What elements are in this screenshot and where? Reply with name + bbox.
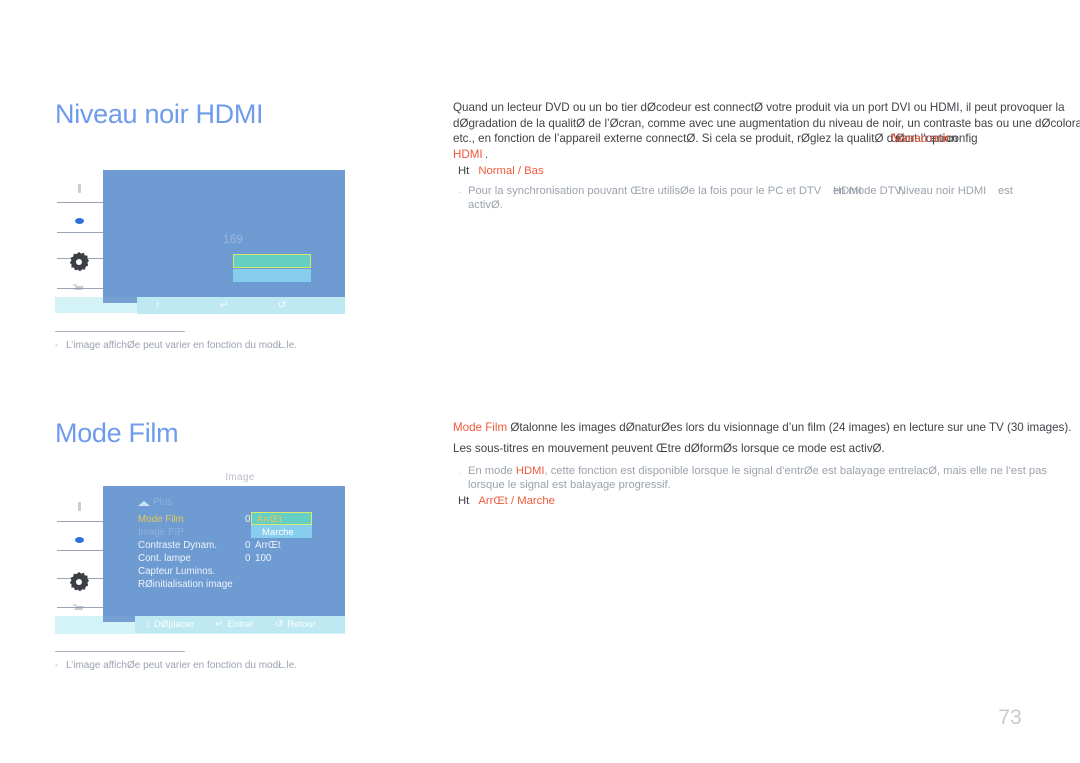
film-paragraph-line-1: Mode Film Øtalonne les images dØnaturØes… [453,420,1071,436]
film-bullet-line-1-a: En mode [468,465,516,477]
ht-row-2: Ht ArrŒt / Marche [458,495,555,507]
bullet-line-1-c: est [998,185,1013,197]
osd-menu-title: Image [225,472,255,483]
brightness-bar-icon [55,181,103,197]
film-bullet-line-1: En mode HDMI, cette fonction est disponi… [468,465,1047,477]
osd-row-value-lampe-text: 100 [255,553,272,564]
paragraph-line-3-overlap-red: Niveau noir [891,132,950,145]
film-paragraph-line-2: Les sous-titres en mouvement peuvent Œtr… [453,442,885,455]
osd-footbar: ↕ ↵ ↺ [137,297,345,314]
osd-footbar-back-label: Retour [287,619,316,630]
osd-row-value-lampe-num: 0 [245,553,251,564]
enter-arrow-icon: ↵ [215,619,224,630]
osd-option-secondary[interactable] [233,269,311,282]
paragraph-line-1: Quand un lecteur DVD ou un bo tier dØcod… [453,101,1065,114]
picture-dot-icon [55,212,103,228]
film-bullet-line-1-b: , cette fonction est disponible lorsque … [544,465,1047,477]
gear-icon [55,572,103,596]
osd-row-label-reinit-image[interactable]: RØinitialisation image [138,579,233,590]
footnote-text: L’image affichØe peut varier en fonction… [66,340,298,351]
ht-row-1: Ht Normal / Bas [458,165,544,177]
osd-option-arret-label: ArrŒt [257,514,282,525]
osd-icon-rail [55,170,103,313]
bullet-line-2: activØ. [468,199,503,211]
bullet-dot: · [459,187,462,197]
paragraph-line-2: dØgradation de la qualitØ de l’Øcran, co… [453,116,1080,130]
footnote-dash: - [55,660,59,671]
osd-footbar-enter[interactable]: ↵ [220,300,232,311]
enter-arrow-icon: ↵ [220,300,229,311]
osd-row-label-capteur-luminos[interactable]: Capteur Luminos. [138,566,215,577]
osd-footbar: ↕ DØplacer ↵ Entrer ↺ Retour [135,616,345,633]
bullet-line-1-overlap-gray: en mode DTV, [833,185,905,197]
connector-plug-icon [55,600,103,616]
osd-row-label-cont-lampe[interactable]: Cont. lampe [138,553,191,564]
paragraph-line-4-tail: . [485,147,489,161]
gear-icon [55,252,103,276]
osd-footbar-back[interactable]: ↺ Retour [275,619,316,630]
return-arrow-icon: ↺ [275,619,284,630]
bullet-line-1-a: Pour la synchronisation pouvant Œtre uti… [468,185,822,197]
chevron-up-icon[interactable] [138,501,150,506]
osd-figure-hdmi-black-level: 169 ↕ ↵ ↺ [55,170,345,314]
osd-figure-film-mode: Plus Mode Film 0 Image PIP Contraste Dyn… [55,486,345,634]
osd-footbar-move-label: DØplacer [154,619,195,630]
updown-arrow-icon: ↕ [145,619,150,630]
connector-plug-icon [55,280,103,296]
page-root: Niveau noir HDMI 169 ↕ ↵ ↺ - L’image aff… [0,0,1080,763]
ht-value: ArrŒt / Marche [478,495,555,507]
osd-value-readout: 169 [223,232,244,246]
hdmi-term: HDMI [515,465,545,477]
osd-row-value-contraste-text: ArrŒt [255,540,281,551]
footnote-rule [55,651,185,652]
section-heading-hdmi-black-level: Niveau noir HDMI [55,99,264,129]
rail-divider [57,202,103,203]
osd-row-value-mode-film: 0 [245,514,251,525]
osd-icon-rail [55,486,103,634]
osd-footbar-move[interactable]: ↕ DØplacer [145,619,194,630]
page-number: 73 [998,706,1022,729]
brightness-bar-icon [55,499,103,515]
osd-row-label-mode-film[interactable]: Mode Film [138,514,184,525]
section-heading-film-mode: Mode Film [55,418,179,448]
osd-more-label[interactable]: Plus [153,497,172,508]
film-mode-term: Mode Film [453,421,508,434]
rail-divider [57,550,103,551]
footnote-rule [55,331,185,332]
osd-row-label-image-pip[interactable]: Image PIP [138,527,184,538]
osd-option-highlight[interactable] [233,254,311,268]
footnote-text: L’image affichØe peut varier en fonction… [66,660,298,671]
film-bullet-line-2: lorsque le signal est balayage progressi… [468,479,671,491]
osd-footbar-move[interactable]: ↕ [155,300,164,311]
ht-marker: Ht [458,165,470,177]
footnote-dash: - [55,340,59,351]
updown-arrow-icon: ↕ [155,300,160,311]
bullet-dot: · [459,468,462,478]
return-arrow-icon: ↺ [278,300,287,311]
bullet-line-1-b: Niveau noir HDMI [898,185,987,197]
rail-divider [57,521,103,522]
osd-row-label-contraste-dynam[interactable]: Contraste Dynam. [138,540,217,551]
film-paragraph-line-1-rest: Øtalonne les images dØnaturØes lors du v… [507,421,1072,434]
ht-marker: Ht [458,495,470,507]
osd-footbar-enter-label: Entrer [227,619,254,630]
rail-divider [57,232,103,233]
osd-footbar-enter[interactable]: ↵ Entrer [215,619,253,630]
ht-value: Normal / Bas [478,165,544,177]
paragraph-line-4-red: HDMI [453,147,483,161]
osd-footer-tab [103,297,137,303]
osd-option-marche-label: Marche [262,527,294,538]
picture-dot-icon [55,531,103,547]
osd-footer-tab [103,616,135,622]
osd-row-value-contraste-num: 0 [245,540,251,551]
osd-footbar-back[interactable]: ↺ [278,300,290,311]
